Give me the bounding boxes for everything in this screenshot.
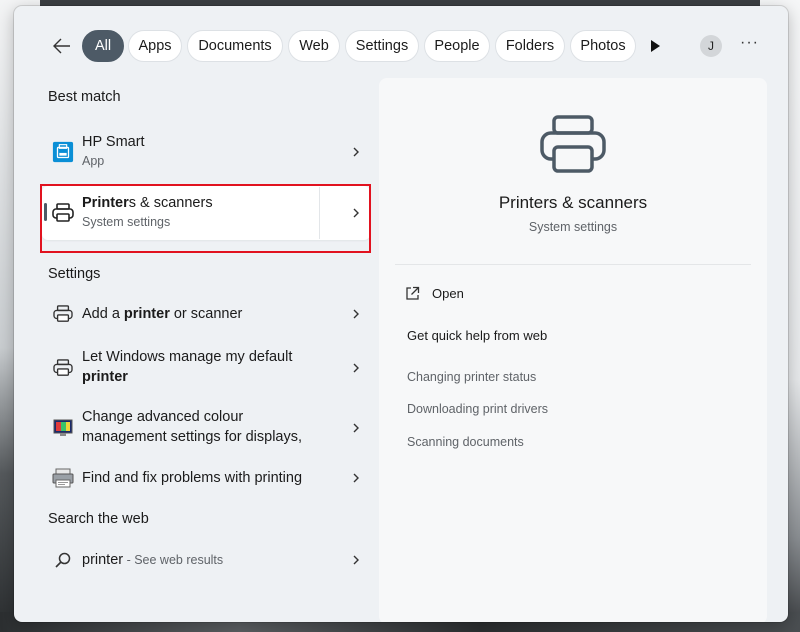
highlight-box bbox=[40, 184, 371, 253]
back-button[interactable] bbox=[50, 34, 74, 58]
open-external-icon bbox=[406, 286, 420, 300]
more-options-icon[interactable]: ··· bbox=[740, 34, 759, 52]
help-link-scanning-documents[interactable]: Scanning documents bbox=[407, 435, 524, 449]
hp-smart-icon bbox=[52, 141, 74, 163]
preview-title: Printers & scanners bbox=[498, 193, 648, 212]
result-hp-smart[interactable]: HP Smart App bbox=[42, 126, 370, 178]
tab-folders[interactable]: Folders bbox=[495, 30, 565, 62]
preview-subtitle: System settings bbox=[528, 220, 618, 234]
troubleshoot-printer-icon bbox=[52, 467, 74, 489]
chevron-right-icon bbox=[353, 309, 359, 319]
help-link-print-drivers[interactable]: Downloading print drivers bbox=[407, 402, 548, 416]
result-title: Find and fix problems with printing bbox=[82, 470, 303, 486]
preview-divider bbox=[395, 264, 751, 265]
best-match-heading: Best match bbox=[48, 89, 121, 105]
search-web-heading: Search the web bbox=[48, 511, 149, 527]
printer-icon bbox=[52, 357, 74, 379]
arrow-left-icon bbox=[53, 38, 70, 54]
result-title: Change advanced colour management settin… bbox=[82, 409, 303, 445]
result-title: HP Smart bbox=[82, 134, 145, 150]
result-title: printer - See web results bbox=[82, 552, 224, 568]
quick-help-heading: Get quick help from web bbox=[407, 328, 548, 343]
open-action[interactable]: Open bbox=[405, 286, 464, 301]
chevron-right-icon bbox=[353, 555, 359, 565]
tab-web[interactable]: Web bbox=[288, 30, 340, 62]
search-window: All Apps Documents Web Settings People F… bbox=[14, 6, 788, 622]
result-default-printer[interactable]: Let Windows manage my default printer bbox=[42, 344, 370, 392]
avatar[interactable]: J bbox=[700, 35, 722, 57]
tab-all[interactable]: All bbox=[82, 30, 124, 62]
chevron-right-icon bbox=[353, 147, 359, 157]
printer-icon bbox=[52, 303, 74, 325]
search-filter-bar: All Apps Documents Web Settings People F… bbox=[14, 30, 788, 62]
chevron-right-icon bbox=[353, 363, 359, 373]
color-monitor-icon bbox=[52, 417, 74, 439]
tab-photos[interactable]: Photos bbox=[570, 30, 636, 62]
help-link-printer-status[interactable]: Changing printer status bbox=[407, 370, 536, 384]
tab-apps[interactable]: Apps bbox=[128, 30, 182, 62]
result-colour-management[interactable]: Change advanced colour management settin… bbox=[42, 404, 370, 452]
result-title: Add a printer or scanner bbox=[82, 306, 243, 322]
result-web-search[interactable]: printer - See web results bbox=[42, 540, 370, 580]
result-title: Let Windows manage my default printer bbox=[82, 349, 293, 385]
chevron-right-icon bbox=[353, 473, 359, 483]
tab-documents[interactable]: Documents bbox=[187, 30, 283, 62]
result-fix-printing[interactable]: Find and fix problems with printing bbox=[42, 458, 370, 498]
play-arrow-icon[interactable] bbox=[648, 39, 662, 53]
tab-people[interactable]: People bbox=[424, 30, 490, 62]
search-icon bbox=[52, 549, 74, 571]
result-subtitle: App bbox=[82, 154, 105, 168]
chevron-right-icon bbox=[353, 423, 359, 433]
open-label: Open bbox=[432, 286, 464, 301]
result-add-printer[interactable]: Add a printer or scanner bbox=[42, 294, 370, 334]
preview-panel: Printers & scanners System settings Open… bbox=[379, 78, 767, 622]
settings-heading: Settings bbox=[48, 266, 101, 282]
tab-settings[interactable]: Settings bbox=[345, 30, 419, 62]
printer-icon bbox=[540, 115, 606, 173]
